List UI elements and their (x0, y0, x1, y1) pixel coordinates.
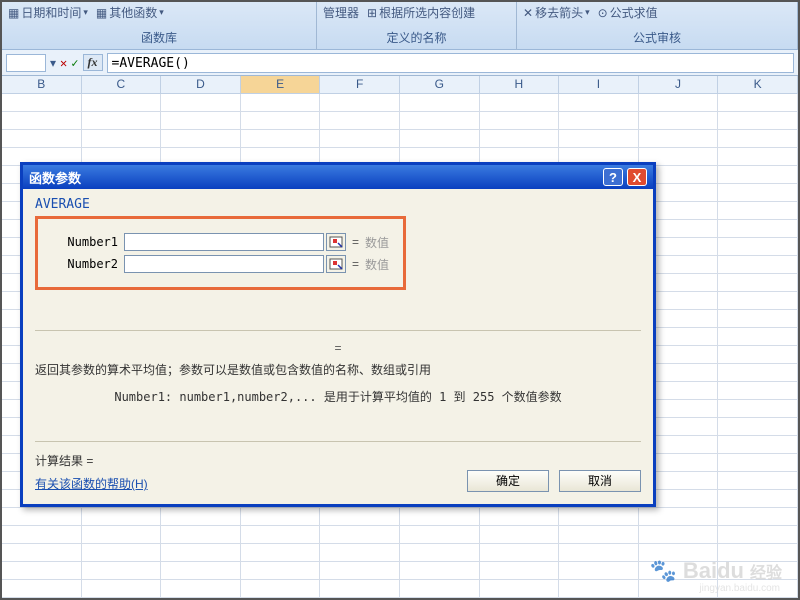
watermark: 🐾 Baidu 经验 jingyan.baidu.com (649, 558, 782, 584)
watermark-url: jingyan.baidu.com (699, 583, 780, 594)
dialog-title: 函数参数 (29, 168, 81, 187)
ok-button[interactable]: 确定 (467, 470, 549, 492)
col-header[interactable]: K (718, 76, 798, 93)
ribbon-group-audit: ✕ 移去箭头 ▾ ⊙ 公式求值 公式审核 (517, 2, 798, 50)
dialog-titlebar[interactable]: 函数参数 ? X (23, 165, 653, 189)
close-icon[interactable]: X (627, 168, 647, 186)
result-label: 计算结果 = (35, 452, 641, 469)
preview-equals: = (35, 341, 641, 355)
function-arguments-dialog: 函数参数 ? X AVERAGE Number1 = 数值 Number2 (20, 162, 656, 507)
col-header[interactable]: D (161, 76, 241, 93)
help-icon[interactable]: ? (603, 168, 623, 186)
insert-function-button[interactable]: fx (83, 54, 103, 71)
arg-hint: 数值 (365, 234, 389, 251)
function-description: 返回其参数的算术平均值；参数可以是数值或包含数值的名称、数组或引用 (35, 361, 641, 378)
dropdown-icon: ▾ (585, 7, 590, 18)
ribbon-group-functions: ▦ 日期和时间 ▾ ▦ 其他函数 ▾ 函数库 (2, 2, 317, 50)
col-header[interactable]: J (639, 76, 719, 93)
col-header[interactable]: F (320, 76, 400, 93)
ribbon-item-evaluate[interactable]: ⊙ 公式求值 (598, 4, 658, 21)
col-header-selected[interactable]: E (241, 76, 321, 93)
formula-bar: ▾ ✕ ✓ fx =AVERAGE() (2, 50, 798, 76)
name-box-dropdown-icon[interactable]: ▾ (50, 56, 56, 70)
formula-input[interactable]: =AVERAGE() (107, 53, 795, 73)
ribbon-item-manager[interactable]: 管理器 (323, 4, 359, 21)
separator (35, 330, 641, 331)
ribbon-item-remove-arrows[interactable]: ✕ 移去箭头 ▾ (523, 4, 590, 21)
col-header[interactable]: C (82, 76, 162, 93)
ribbon-group-label: 函数库 (8, 29, 310, 48)
ribbon-group-names: 管理器 ⊞ 根据所选内容创建 定义的名称 (317, 2, 517, 50)
ribbon: ▦ 日期和时间 ▾ ▦ 其他函数 ▾ 函数库 管理器 ⊞ 根据所选内容创建 定义… (2, 2, 798, 50)
column-headers: B C D E F G H I J K (2, 76, 798, 94)
ribbon-item-other-fn[interactable]: ▦ 其他函数 ▾ (96, 4, 164, 21)
range-select-icon[interactable] (326, 233, 346, 251)
ribbon-item-datetime[interactable]: ▦ 日期和时间 ▾ (8, 4, 88, 21)
watermark-sub: 经验 (750, 559, 782, 583)
number2-input[interactable] (124, 255, 324, 273)
equals-label: = (352, 235, 359, 249)
function-name-label: AVERAGE (35, 197, 641, 212)
arg-hint: 数值 (365, 256, 389, 273)
ribbon-group-label: 公式审核 (523, 29, 791, 48)
col-header[interactable]: H (480, 76, 560, 93)
cancel-button[interactable]: 取消 (559, 470, 641, 492)
paw-icon: 🐾 (649, 558, 676, 584)
cancel-formula-icon[interactable]: ✕ (60, 56, 67, 70)
col-header[interactable]: B (2, 76, 82, 93)
separator (35, 441, 641, 442)
col-header[interactable]: I (559, 76, 639, 93)
arg-label: Number1 (52, 235, 124, 249)
number1-input[interactable] (124, 233, 324, 251)
watermark-brand: Baidu (683, 558, 744, 584)
col-header[interactable]: G (400, 76, 480, 93)
ribbon-group-label: 定义的名称 (323, 29, 510, 48)
parameter-description: Number1: number1,number2,... 是用于计算平均值的 1… (35, 388, 641, 405)
equals-label: = (352, 257, 359, 271)
dropdown-icon: ▾ (83, 7, 88, 18)
dropdown-icon: ▾ (159, 7, 164, 18)
name-box[interactable] (6, 54, 46, 72)
function-help-link[interactable]: 有关该函数的帮助(H) (35, 477, 148, 491)
arg-label: Number2 (52, 257, 124, 271)
arguments-highlight-box: Number1 = 数值 Number2 = 数值 (35, 216, 406, 290)
ribbon-item-create-from-sel[interactable]: ⊞ 根据所选内容创建 (367, 4, 475, 21)
confirm-formula-icon[interactable]: ✓ (71, 56, 78, 70)
range-select-icon[interactable] (326, 255, 346, 273)
